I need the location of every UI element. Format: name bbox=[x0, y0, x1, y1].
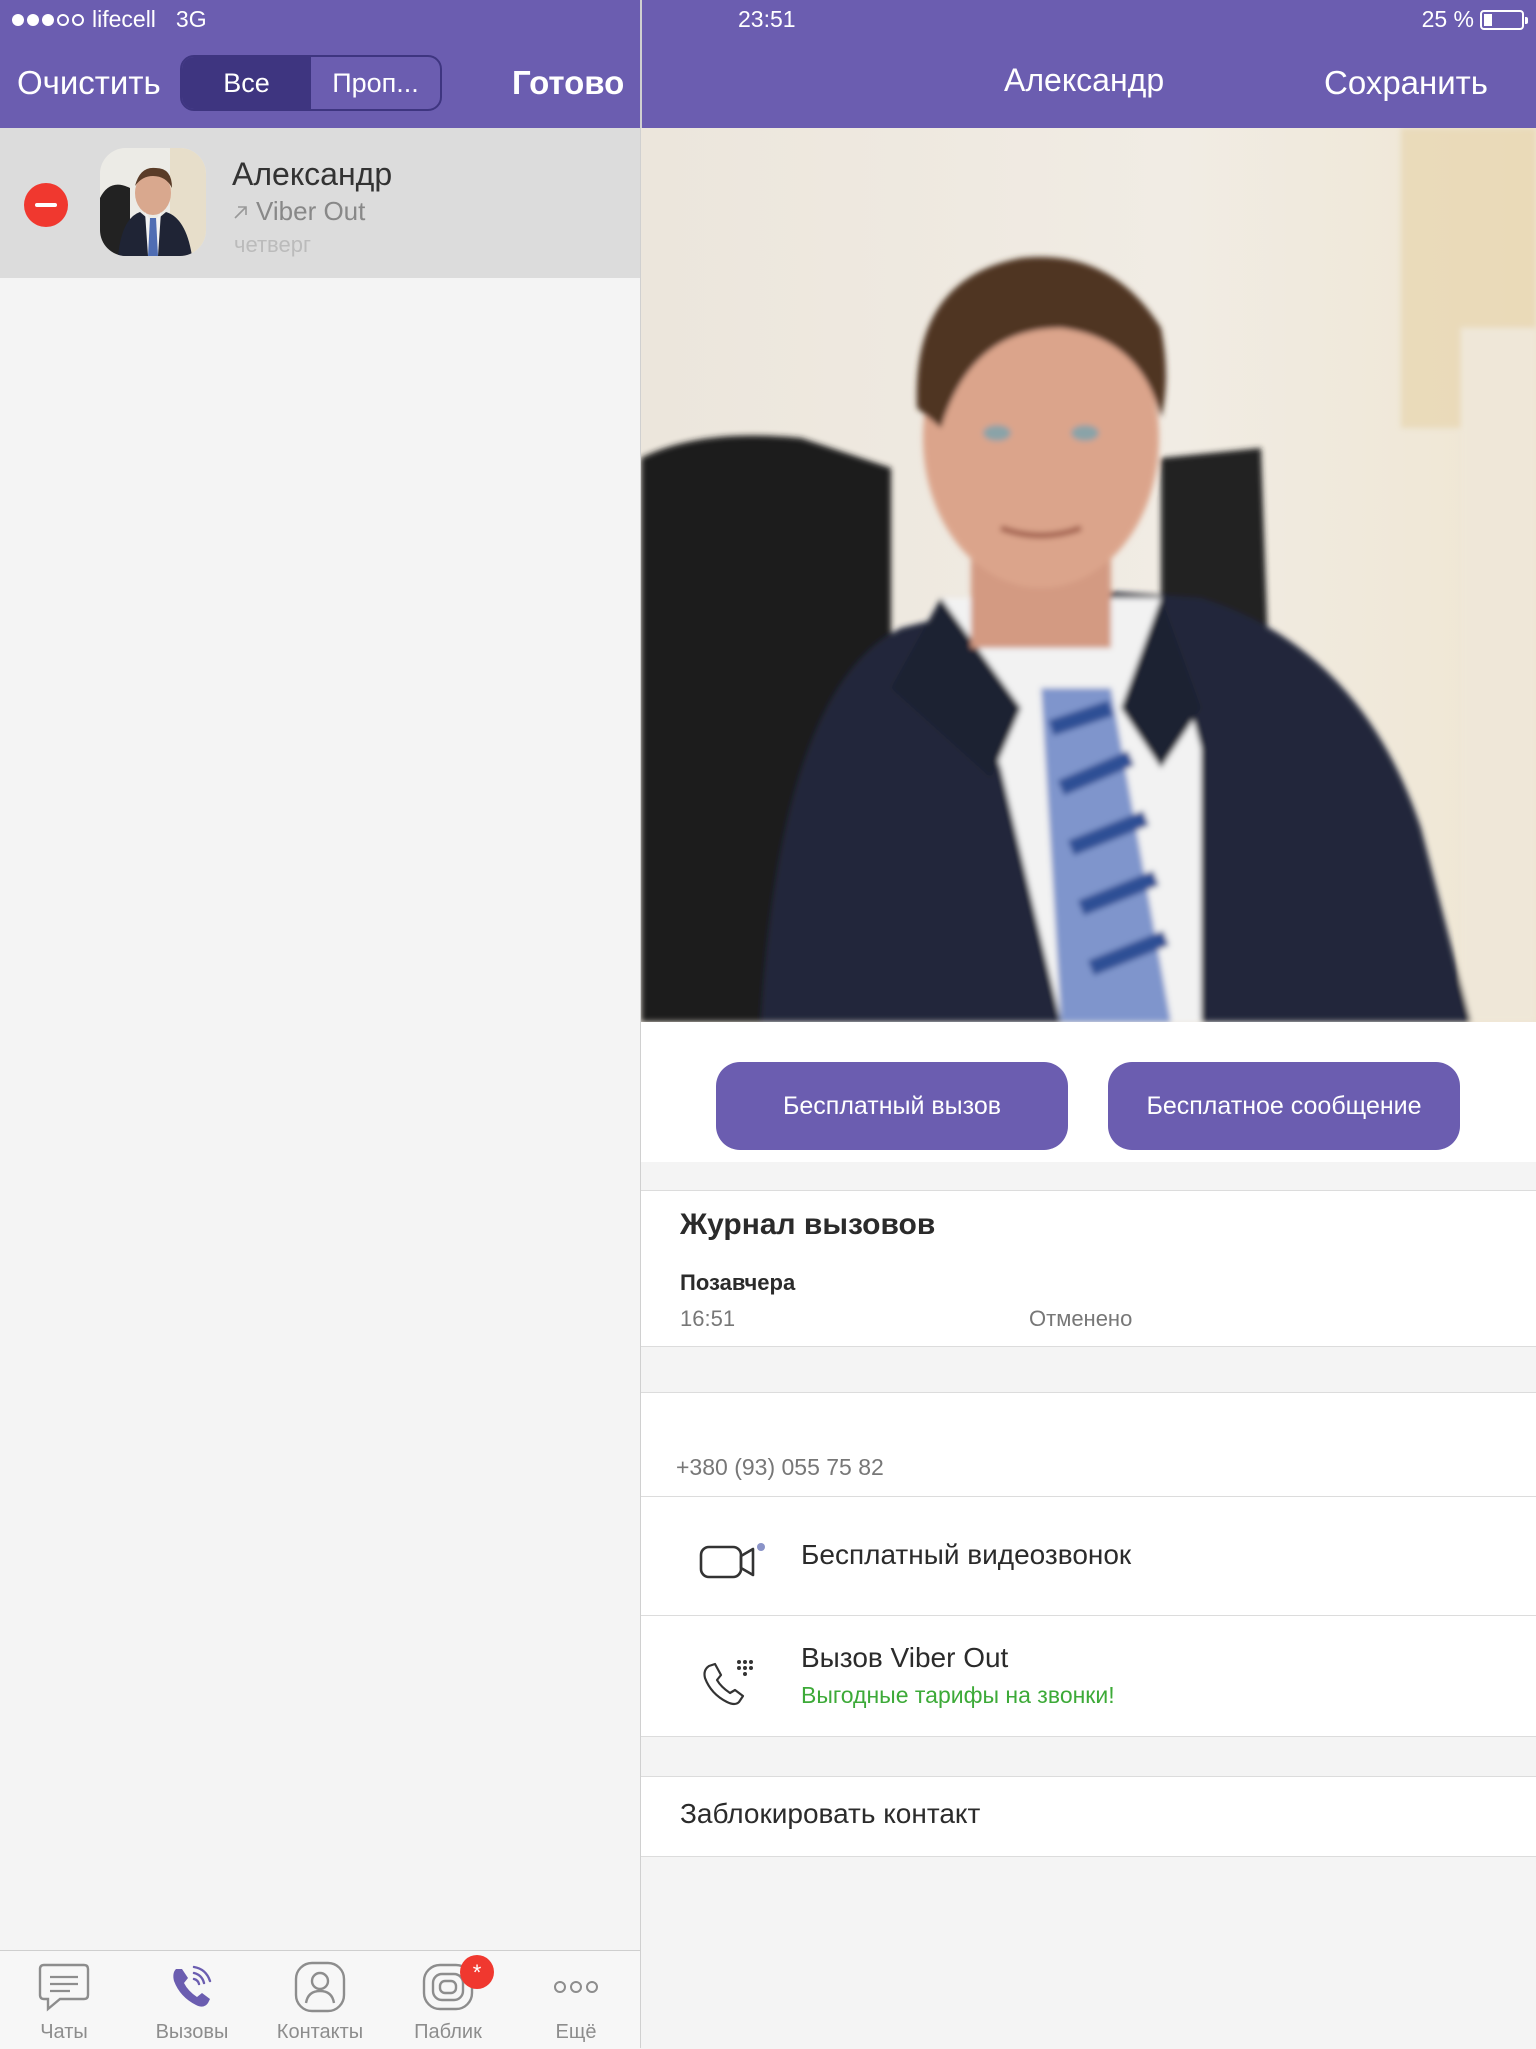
network: 3G bbox=[175, 6, 207, 32]
call-log-date: Позавчера bbox=[680, 1270, 796, 1295]
battery-icon bbox=[1480, 9, 1528, 30]
call-log-status: Отменено bbox=[1029, 1306, 1133, 1331]
outgoing-arrow-icon bbox=[234, 205, 247, 219]
more-icon bbox=[554, 1981, 598, 1993]
tab-label: Ещё bbox=[555, 2021, 597, 2043]
clear-button[interactable]: Очистить bbox=[17, 64, 161, 102]
video-camera-icon bbox=[699, 1543, 765, 1579]
tab-chats[interactable]: Чаты bbox=[0, 1951, 128, 2049]
viber-out-title: Вызов Viber Out bbox=[801, 1642, 1009, 1673]
phone-icon bbox=[173, 1965, 212, 2007]
tab-label: Контакты bbox=[276, 2021, 364, 2043]
clock: 23:51 bbox=[738, 6, 796, 32]
recent-name: Александр bbox=[232, 156, 393, 192]
tab-calls[interactable]: Вызовы bbox=[128, 1951, 256, 2049]
contact-photo bbox=[641, 128, 1536, 1022]
tab-more[interactable]: Ещё bbox=[512, 1951, 640, 2049]
viber-out-row[interactable]: Вызов Viber Out Выгодные тарифы на звонк… bbox=[641, 1616, 1536, 1736]
segment-all[interactable]: Все bbox=[182, 57, 311, 109]
tab-label: Вызовы bbox=[155, 2021, 229, 2043]
public-badge: * bbox=[460, 1955, 494, 1989]
save-button[interactable]: Сохранить bbox=[1324, 64, 1488, 102]
phone-number[interactable]: +380 (93) 055 75 82 bbox=[676, 1454, 884, 1481]
delete-icon[interactable] bbox=[24, 183, 68, 227]
call-log-title: Журнал вызовов bbox=[680, 1208, 936, 1241]
avatar bbox=[100, 148, 206, 256]
viber-out-subtitle: Выгодные тарифы на звонки! bbox=[801, 1682, 1115, 1708]
segment-missed[interactable]: Проп... bbox=[311, 57, 440, 109]
filter-segmented-control: Все Проп... bbox=[180, 55, 442, 111]
status-right: 25 % bbox=[1421, 6, 1528, 33]
block-contact-label[interactable]: Заблокировать контакт bbox=[680, 1798, 980, 1830]
recents-panel: Александр Viber Out четверг bbox=[0, 128, 640, 2048]
call-log-time: 16:51 bbox=[680, 1306, 736, 1331]
recent-day: четверг bbox=[234, 232, 311, 257]
recent-call-row[interactable]: Александр Viber Out четверг bbox=[0, 128, 640, 278]
free-message-button[interactable]: Бесплатное сообщение bbox=[1108, 1062, 1460, 1150]
contact-details: Бесплатный вызов Бесплатное сообщение Жу… bbox=[641, 128, 1536, 2048]
tab-label: Паблик bbox=[414, 2021, 482, 2043]
chat-icon bbox=[38, 1963, 90, 2012]
tab-label: Чаты bbox=[40, 2021, 88, 2043]
recent-type: Viber Out bbox=[232, 196, 365, 227]
recent-type-label: Viber Out bbox=[256, 196, 366, 226]
contact-title: Александр bbox=[1004, 62, 1165, 98]
free-call-button[interactable]: Бесплатный вызов bbox=[716, 1062, 1068, 1150]
tab-bar: Чаты Вызовы Контакты Паблик * Ещё bbox=[0, 1950, 640, 2049]
top-bar: lifecell 3G 23:51 25 % Очистить Все Проп… bbox=[0, 0, 1536, 128]
signal-icon bbox=[12, 13, 84, 26]
video-call-label: Бесплатный видеозвонок bbox=[801, 1539, 1132, 1570]
done-button[interactable]: Готово bbox=[512, 64, 624, 102]
status-left: lifecell 3G bbox=[12, 6, 207, 33]
phone-keypad-icon bbox=[703, 1660, 753, 1706]
battery-percent: 25 % bbox=[1421, 6, 1474, 32]
tab-contacts[interactable]: Контакты bbox=[256, 1951, 384, 2049]
video-call-row[interactable]: Бесплатный видеозвонок bbox=[641, 1497, 1536, 1615]
carrier: lifecell bbox=[92, 6, 156, 32]
contact-icon bbox=[294, 1961, 346, 2013]
